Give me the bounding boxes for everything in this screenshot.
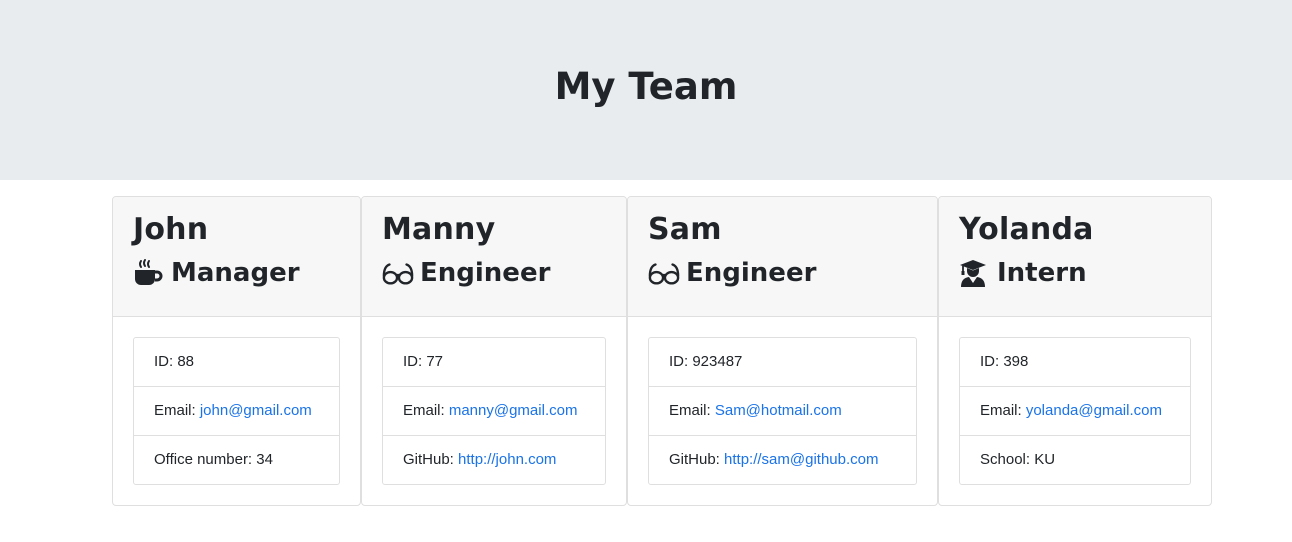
email-link[interactable]: john@gmail.com <box>200 402 312 419</box>
office-number-label: Office number: <box>154 451 257 468</box>
email-link[interactable]: yolanda@gmail.com <box>1026 402 1162 419</box>
employee-name: Yolanda <box>959 212 1094 247</box>
employee-card-john: John Manager ID: 88 Email: john@gmail.co… <box>112 196 361 506</box>
id-value: 88 <box>177 353 195 370</box>
id-item: ID: 923487 <box>649 338 916 387</box>
employee-role: Intern <box>959 257 1211 289</box>
email-label: Email: <box>669 402 715 419</box>
email-label: Email: <box>403 402 449 419</box>
github-label: GitHub: <box>403 451 459 468</box>
employee-name: Manny <box>382 212 496 247</box>
card-header: Sam Engineer <box>628 197 937 317</box>
employee-card-yolanda: Yolanda Intern ID: 398 Email: yolanda@gm… <box>938 196 1212 506</box>
page-title: My Team <box>554 64 738 108</box>
info-list: ID: 398 Email: yolanda@gmail.com School:… <box>959 337 1191 485</box>
github-label: GitHub: <box>669 451 725 468</box>
card-body: ID: 398 Email: yolanda@gmail.com School:… <box>939 317 1211 505</box>
id-value: 923487 <box>692 353 743 370</box>
school-label: School: <box>980 451 1035 468</box>
email-item: Email: yolanda@gmail.com <box>960 387 1190 436</box>
info-list: ID: 88 Email: john@gmail.com Office numb… <box>133 337 340 485</box>
glasses-icon <box>648 257 680 289</box>
card-header: John Manager <box>113 197 360 317</box>
card-body: ID: 77 Email: manny@gmail.com GitHub: ht… <box>362 317 626 505</box>
github-item: GitHub: http://sam@github.com <box>649 436 916 484</box>
email-label: Email: <box>980 402 1026 419</box>
employee-card-manny: Manny Engineer ID: 77 Email: manny@gmail… <box>361 196 627 506</box>
card-header: Yolanda Intern <box>939 197 1211 317</box>
github-link[interactable]: http://john.com <box>458 451 556 468</box>
id-value: 77 <box>426 353 444 370</box>
school-item: School: KU <box>960 436 1190 484</box>
role-label: Engineer <box>686 258 817 288</box>
email-item: Email: john@gmail.com <box>134 387 339 436</box>
jumbotron-header: My Team <box>0 0 1292 180</box>
github-link[interactable]: http://sam@github.com <box>724 451 878 468</box>
employee-role: Engineer <box>382 257 626 289</box>
github-item: GitHub: http://john.com <box>383 436 605 484</box>
card-header: Manny Engineer <box>362 197 626 317</box>
id-item: ID: 88 <box>134 338 339 387</box>
employee-role: Engineer <box>648 257 937 289</box>
email-item: Email: Sam@hotmail.com <box>649 387 916 436</box>
id-item: ID: 398 <box>960 338 1190 387</box>
graduate-icon <box>959 257 991 289</box>
role-label: Manager <box>171 258 300 288</box>
info-list: ID: 923487 Email: Sam@hotmail.com GitHub… <box>648 337 917 485</box>
id-label: ID: <box>154 353 178 370</box>
office-number-item: Office number: 34 <box>134 436 339 484</box>
employee-role: Manager <box>133 257 360 289</box>
school-value: KU <box>1034 451 1056 468</box>
id-item: ID: 77 <box>383 338 605 387</box>
email-item: Email: manny@gmail.com <box>383 387 605 436</box>
email-label: Email: <box>154 402 200 419</box>
id-value: 398 <box>1003 353 1029 370</box>
coffee-icon <box>133 257 165 289</box>
card-body: ID: 88 Email: john@gmail.com Office numb… <box>113 317 360 505</box>
employee-name: Sam <box>648 212 722 247</box>
id-label: ID: <box>403 353 427 370</box>
role-label: Engineer <box>420 258 551 288</box>
employee-card-sam: Sam Engineer ID: 923487 Email: Sam@hotma… <box>627 196 938 506</box>
role-label: Intern <box>997 258 1087 288</box>
employee-name: John <box>133 212 209 247</box>
email-link[interactable]: manny@gmail.com <box>449 402 578 419</box>
id-label: ID: <box>980 353 1004 370</box>
email-link[interactable]: Sam@hotmail.com <box>715 402 842 419</box>
info-list: ID: 77 Email: manny@gmail.com GitHub: ht… <box>382 337 606 485</box>
id-label: ID: <box>669 353 693 370</box>
card-body: ID: 923487 Email: Sam@hotmail.com GitHub… <box>628 317 937 505</box>
glasses-icon <box>382 257 414 289</box>
office-number-value: 34 <box>256 451 273 468</box>
